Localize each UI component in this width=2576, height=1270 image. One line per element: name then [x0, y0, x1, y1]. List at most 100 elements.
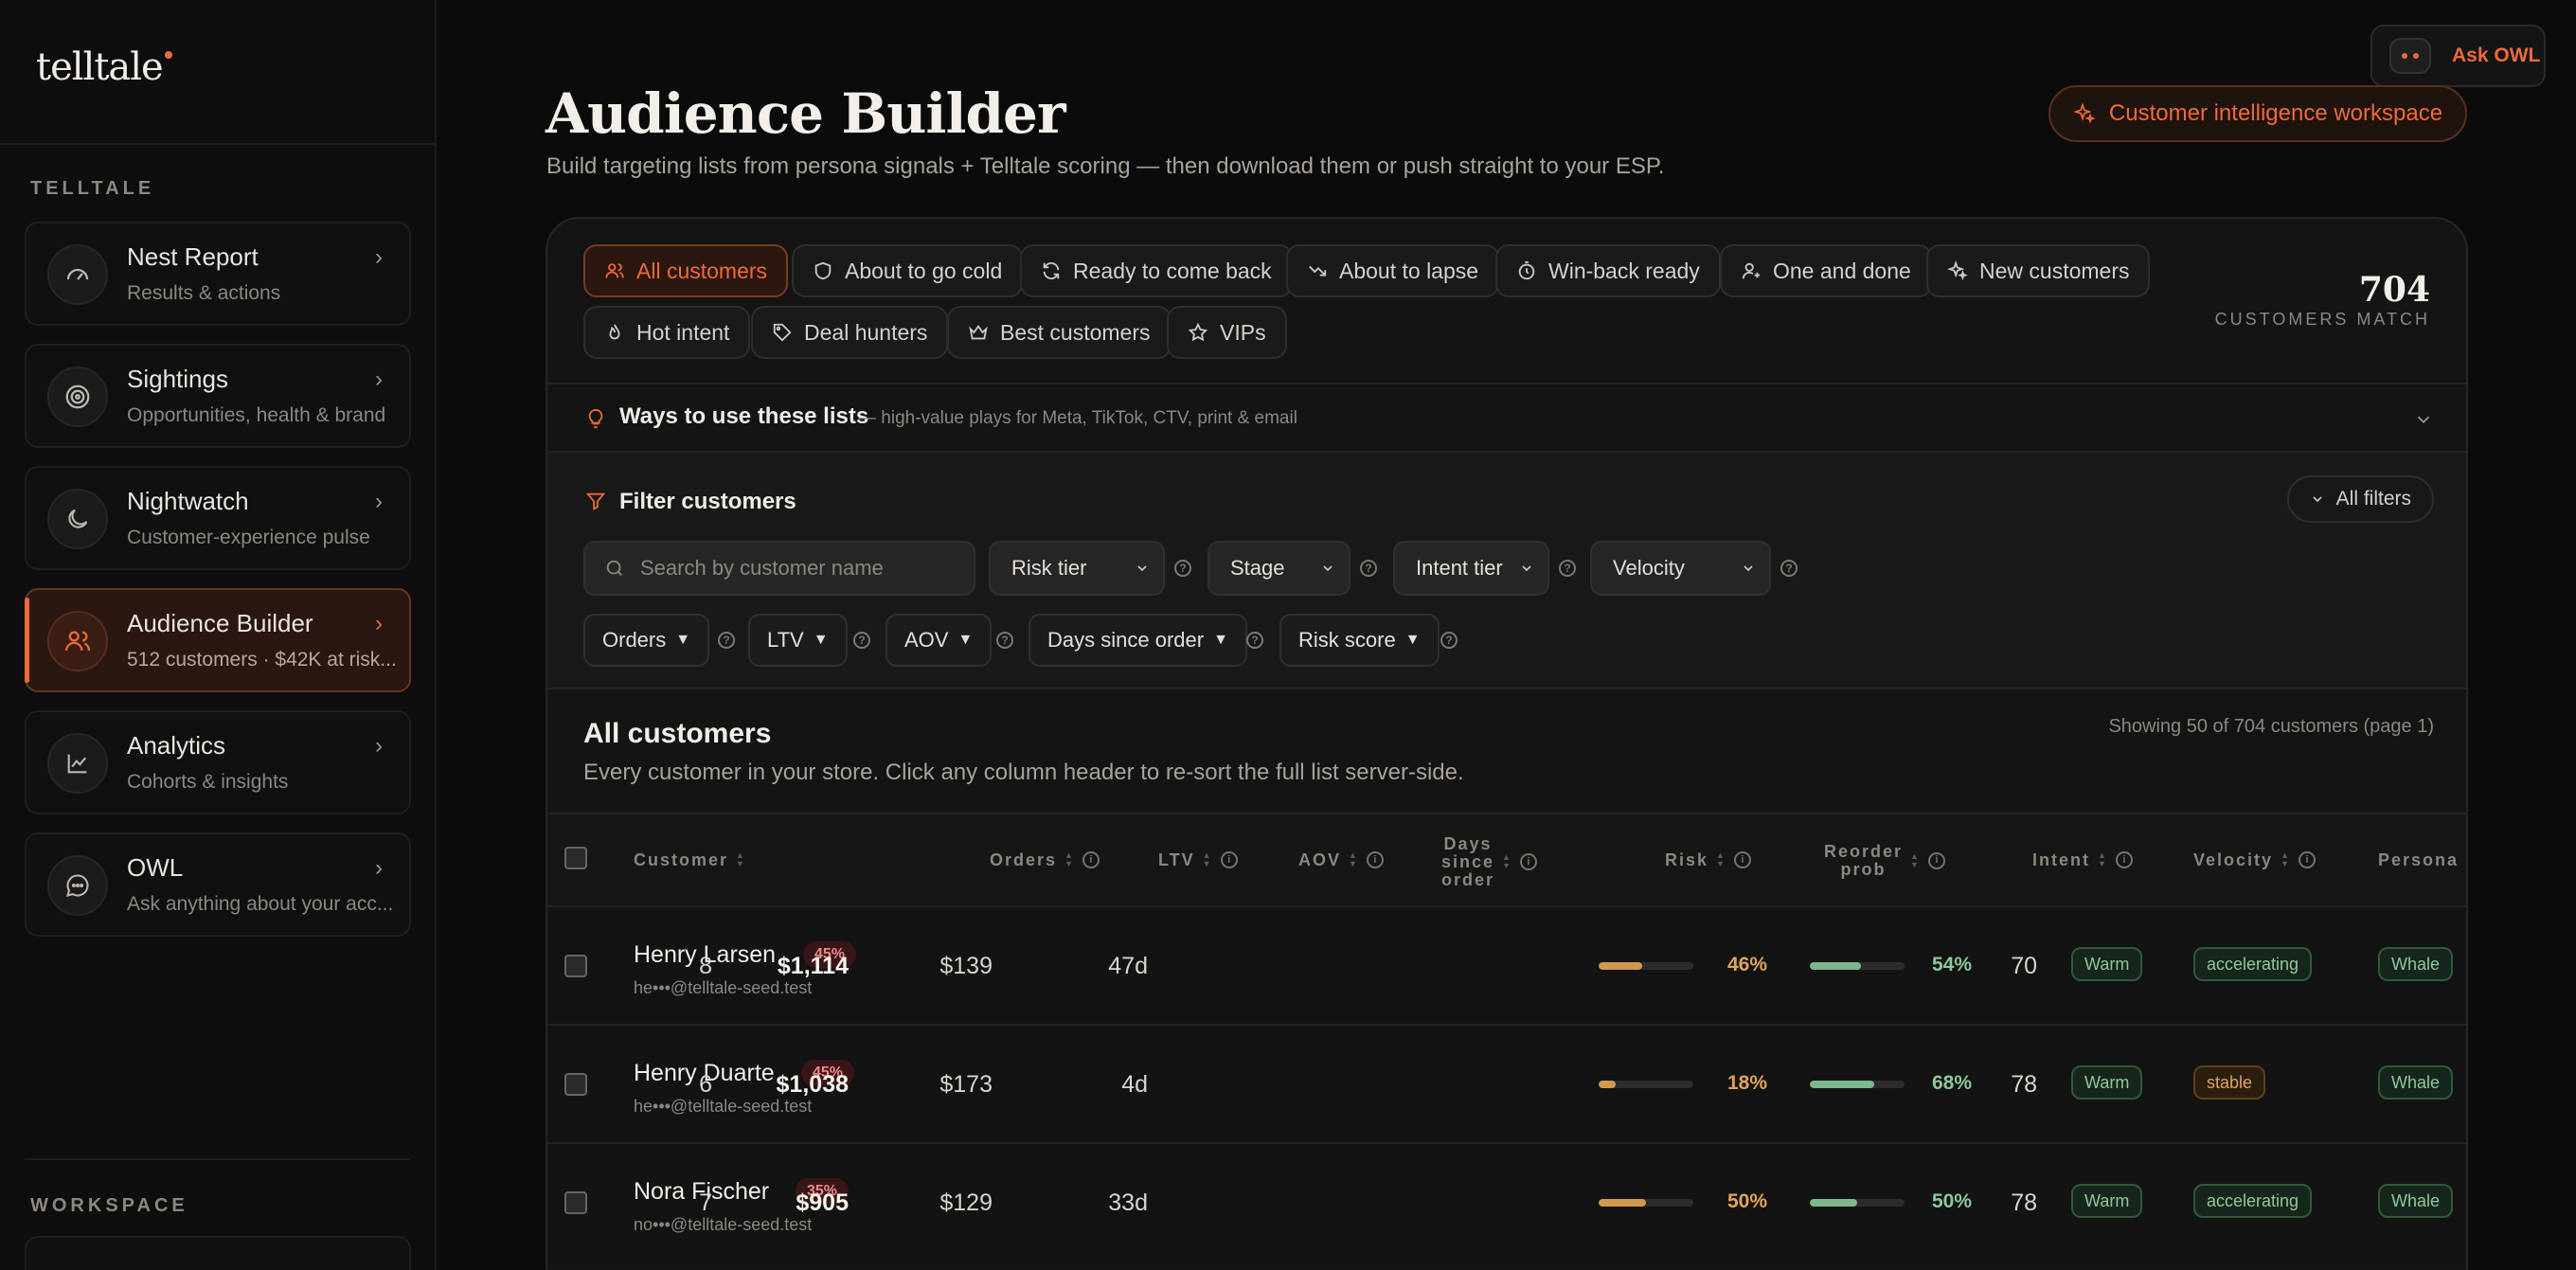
sort-icon: ▲ ▼ — [736, 850, 746, 869]
sidebar-item-subtitle: Ask anything about your acc... — [127, 893, 394, 915]
info-icon[interactable]: i — [2298, 851, 2316, 869]
list-count: Showing 50 of 704 customers (page 1) — [2108, 716, 2434, 737]
column-header-velocity[interactable]: Velocity ▲ ▼ i — [2193, 851, 2316, 869]
chevron-down-icon — [1323, 565, 1333, 572]
customer-search[interactable] — [583, 541, 975, 596]
moon-icon — [47, 489, 108, 549]
segment-hot-intent[interactable]: Hot intent — [583, 306, 751, 359]
segment-win-back-ready[interactable]: Win-back ready — [1495, 244, 1721, 297]
velocity-tag: stable — [2193, 1065, 2266, 1100]
segment-deal-hunters[interactable]: Deal hunters — [751, 306, 949, 359]
target-icon — [47, 367, 108, 427]
info-icon[interactable]: i — [1927, 851, 1945, 869]
column-header-customer[interactable]: Customer ▲ ▼ — [634, 851, 746, 869]
segment-about-to-go-cold[interactable]: About to go cold — [792, 244, 1024, 297]
sort-icon: ▲ ▼ — [2281, 850, 2291, 869]
telltale-logo[interactable]: telltale — [36, 45, 172, 89]
all-filters-button[interactable]: All filters — [2286, 475, 2434, 523]
risk-percent: 18% — [1726, 1072, 1767, 1094]
risk-bar — [1599, 962, 1693, 970]
segment-label: About to go cold — [845, 258, 1003, 283]
info-icon[interactable]: i — [2115, 851, 2133, 869]
sidebar-item-audience-builder[interactable]: Audience Builder 512 customers · $42K at… — [25, 588, 411, 692]
orders-range-filter[interactable]: Orders ▼ — [583, 614, 710, 667]
risk-percent: 50% — [1726, 1190, 1767, 1212]
risk-score-range-filter[interactable]: Risk score ▼ — [1279, 614, 1440, 667]
segment-about-to-lapse[interactable]: About to lapse — [1286, 244, 1500, 297]
aov-value: $173 — [939, 1071, 993, 1098]
row-checkbox[interactable] — [564, 1073, 587, 1096]
sidebar-item-workspace[interactable] — [25, 1236, 411, 1270]
range-label: Risk score — [1298, 628, 1396, 652]
sidebar-item-nest-report[interactable]: Nest Report Results & actions › — [25, 222, 411, 326]
segment-label: Deal hunters — [804, 319, 928, 345]
intent-tier-select[interactable]: Intent tier — [1393, 541, 1549, 596]
ways-to-use-panel[interactable]: Ways to use these lists — high-value pla… — [547, 383, 2466, 451]
info-icon[interactable]: i — [1366, 851, 1384, 869]
audience-card: All customers About to go cold Ready to … — [546, 217, 2468, 1270]
table-row[interactable]: Nora Fischer 35% no•••@telltale-seed.tes… — [547, 1142, 2466, 1261]
column-header-reorder-prob[interactable]: Reorder prob ▲ ▼ i — [1824, 843, 1945, 879]
sidebar-section-telltale: TELLTALE — [30, 178, 155, 199]
row-checkbox[interactable] — [564, 1191, 587, 1214]
column-header-aov[interactable]: AOV ▲ ▼ i — [1298, 851, 1384, 869]
segment-one-and-done[interactable]: One and done — [1720, 244, 1932, 297]
table-row[interactable]: Henry Larsen 45% he•••@telltale-seed.tes… — [547, 905, 2466, 1024]
sidebar-item-title: OWL — [127, 853, 184, 882]
help-icon[interactable]: ? — [996, 632, 1013, 649]
help-icon[interactable]: ? — [718, 632, 735, 649]
sidebar-item-subtitle: Results & actions — [127, 282, 281, 304]
search-input[interactable] — [640, 556, 962, 581]
info-icon[interactable]: i — [1220, 851, 1238, 869]
risk-tier-select[interactable]: Risk tier — [989, 541, 1165, 596]
help-icon[interactable]: ? — [1780, 560, 1798, 577]
ltv-value: $905 — [796, 1190, 849, 1216]
column-header-ltv[interactable]: LTV ▲ ▼ i — [1158, 851, 1238, 869]
ask-owl-button[interactable]: Ask OWL — [2370, 25, 2546, 87]
ltv-range-filter[interactable]: LTV ▼ — [748, 614, 848, 667]
reorder-bar — [1810, 1199, 1905, 1207]
segment-ready-to-come-back[interactable]: Ready to come back — [1020, 244, 1293, 297]
help-icon[interactable]: ? — [1174, 560, 1191, 577]
segment-label: Ready to come back — [1073, 258, 1272, 283]
help-icon[interactable]: ? — [1246, 632, 1263, 649]
velocity-select[interactable]: Velocity — [1590, 541, 1771, 596]
chevron-right-icon: › — [375, 244, 383, 270]
info-icon[interactable]: i — [1733, 851, 1751, 869]
customer-intelligence-workspace-button[interactable]: Customer intelligence workspace — [2048, 85, 2467, 142]
help-icon[interactable]: ? — [853, 632, 870, 649]
sidebar-item-analytics[interactable]: Analytics Cohorts & insights › — [25, 710, 411, 814]
table-row[interactable]: Henry Duarte 45% he•••@telltale-seed.tes… — [547, 1024, 2466, 1142]
segment-new-customers[interactable]: New customers — [1926, 244, 2151, 297]
sidebar-item-nightwatch[interactable]: Nightwatch Customer-experience pulse › — [25, 466, 411, 570]
column-header-persona[interactable]: Persona — [2378, 851, 2459, 869]
ways-title: Ways to use these lists — [619, 403, 869, 429]
stage-select[interactable]: Stage — [1208, 541, 1351, 596]
owl-icon — [2389, 38, 2431, 74]
segment-vips[interactable]: VIPs — [1167, 306, 1287, 359]
range-label: Days since order — [1047, 628, 1205, 652]
sort-icon: ▲ ▼ — [1202, 850, 1213, 869]
info-icon[interactable]: i — [1519, 853, 1537, 871]
column-header-intent[interactable]: Intent ▲ ▼ i — [2032, 851, 2133, 869]
select-label: Velocity — [1613, 556, 1685, 580]
days-since-order-range-filter[interactable]: Days since order ▼ — [1029, 614, 1247, 667]
info-icon[interactable]: i — [1082, 851, 1100, 869]
segment-all-customers[interactable]: All customers — [583, 244, 789, 297]
row-checkbox[interactable] — [564, 955, 587, 977]
help-icon[interactable]: ? — [1559, 560, 1576, 577]
select-all-checkbox[interactable] — [564, 847, 587, 869]
reorder-percent: 50% — [1931, 1190, 1972, 1212]
column-header-risk[interactable]: Risk ▲ ▼ i — [1665, 851, 1751, 869]
column-header-orders[interactable]: Orders ▲ ▼ i — [990, 851, 1100, 869]
range-label: Orders — [602, 628, 667, 652]
segment-best-customers[interactable]: Best customers — [947, 306, 1172, 359]
sidebar-item-owl[interactable]: OWL Ask anything about your acc... › — [25, 832, 411, 937]
sidebar-item-sightings[interactable]: Sightings Opportunities, health & brand … — [25, 344, 411, 448]
aov-range-filter[interactable]: AOV ▼ — [886, 614, 993, 667]
column-header-days-since-order[interactable]: Days since order ▲ ▼ i — [1441, 835, 1537, 889]
sidebar-item-title: Analytics — [127, 731, 226, 760]
range-label: AOV — [904, 628, 949, 652]
help-icon[interactable]: ? — [1440, 632, 1458, 649]
help-icon[interactable]: ? — [1360, 560, 1377, 577]
